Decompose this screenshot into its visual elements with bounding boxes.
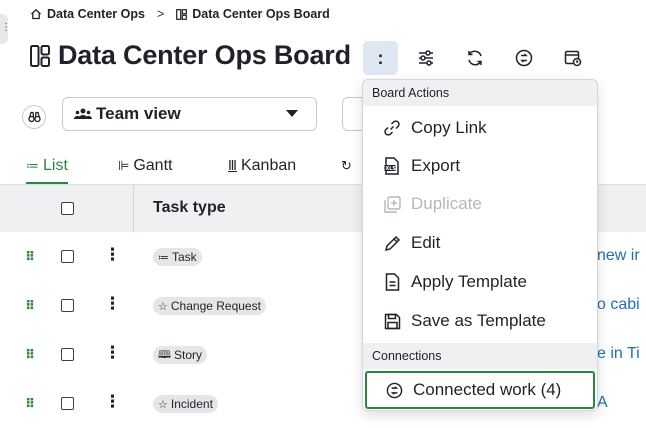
cycle-icon: ↻ <box>341 158 352 173</box>
tab-kanban-label: Kanban <box>240 157 297 174</box>
view-picker-button[interactable] <box>22 105 46 129</box>
task-type-label: Incident <box>170 397 213 411</box>
task-type-label: Task <box>172 250 197 264</box>
list-icon: ≔ <box>26 157 39 173</box>
side-panel-toggle[interactable]: ⋮ <box>0 14 11 44</box>
row-checkbox[interactable] <box>61 299 74 312</box>
team-icon <box>73 108 93 119</box>
task-title-link[interactable]: o cabi <box>597 296 640 314</box>
menu-section-header-connections: Connections <box>363 343 597 369</box>
column-header-task-type[interactable]: Task type <box>153 199 226 217</box>
menu-item-label: Connected work (4) <box>413 380 562 399</box>
column-divider[interactable] <box>133 185 134 232</box>
drag-handle-icon[interactable]: ⠿ <box>25 347 35 363</box>
more-vertical-icon: : <box>377 47 384 68</box>
board-icon <box>30 44 50 67</box>
row-more-button[interactable]: ⋮ <box>104 343 121 363</box>
view-select-value: Team view <box>96 104 181 123</box>
menu-item-label: Duplicate <box>411 194 482 213</box>
connected-work-button[interactable] <box>512 46 536 70</box>
settings-sliders-icon <box>419 50 433 66</box>
menu-item-edit[interactable]: Edit <box>363 224 597 262</box>
book-icon: 🕮 <box>158 348 171 361</box>
svg-text:XLS: XLS <box>386 166 397 172</box>
tab-list-label: List <box>43 156 68 174</box>
board-calendar-icon <box>564 50 582 67</box>
menu-item-export[interactable]: XLS Export <box>363 147 597 185</box>
pencil-icon <box>384 235 400 251</box>
menu-item-label: Apply Template <box>411 272 527 291</box>
menu-item-duplicate[interactable]: Duplicate <box>363 185 597 223</box>
task-type-badge: ☆ Change Request <box>153 297 266 315</box>
row-checkbox[interactable] <box>61 348 74 361</box>
duplicate-icon <box>383 195 401 213</box>
star-icon: ☆ <box>158 398 168 411</box>
view-select[interactable]: Team view <box>62 97 317 131</box>
drag-handle-icon[interactable]: ⠿ <box>25 298 35 314</box>
task-icon: ≔ <box>158 251 169 264</box>
gantt-icon: ⊫ <box>118 158 130 173</box>
connected-work-icon <box>515 49 533 67</box>
board-icon <box>176 8 188 20</box>
xls-export-icon: XLS <box>384 157 399 175</box>
caret-down-icon <box>286 110 298 117</box>
task-type-label: Story <box>173 348 202 362</box>
drag-handle-icon[interactable]: ⠿ <box>25 396 35 412</box>
task-type-badge: ≔ Task <box>153 248 202 266</box>
row-more-button[interactable]: ⋮ <box>104 294 121 314</box>
settings-sliders-button[interactable] <box>414 46 438 70</box>
board-calendar-button[interactable] <box>561 46 585 70</box>
menu-item-label: Edit <box>411 233 441 252</box>
menu-item-label: Export <box>411 156 461 175</box>
star-icon: ☆ <box>158 300 168 313</box>
row-checkbox[interactable] <box>61 397 74 410</box>
menu-item-copy-link[interactable]: Copy Link <box>363 109 597 147</box>
row-more-button[interactable]: ⋮ <box>104 392 121 412</box>
tab-kanban[interactable]: Ⅲ Kanban <box>228 149 296 183</box>
menu-item-label: Copy Link <box>411 118 487 137</box>
task-type-badge: 🕮 Story <box>153 346 207 364</box>
task-type-badge: ☆ Incident <box>153 395 218 413</box>
tab-gantt[interactable]: ⊫ Gantt <box>118 149 172 183</box>
row-checkbox[interactable] <box>61 250 74 263</box>
tab-list[interactable]: ≔ List <box>26 149 68 185</box>
refresh-button[interactable] <box>463 46 487 70</box>
breadcrumb-separator: > <box>156 7 165 21</box>
connected-work-icon <box>386 382 402 398</box>
board-more-actions-button[interactable]: : <box>363 41 398 75</box>
menu-item-save-as-template[interactable]: Save as Template <box>363 302 597 340</box>
refresh-icon <box>468 50 482 66</box>
template-icon <box>385 273 399 291</box>
binoculars-icon <box>27 111 41 123</box>
menu-item-apply-template[interactable]: Apply Template <box>363 263 597 301</box>
task-type-label: Change Request <box>170 299 261 313</box>
task-title-link[interactable]: new ir <box>597 247 640 265</box>
board-header: Data Center Ops Board <box>30 40 351 71</box>
row-more-button[interactable]: ⋮ <box>104 245 121 265</box>
menu-section-header-board-actions: Board Actions <box>363 80 597 106</box>
board-actions-menu: Board Actions Copy Link XLS Export Dupli… <box>362 79 598 411</box>
menu-item-connected-work[interactable]: Connected work (4) <box>365 371 595 409</box>
tab-more[interactable]: ↻ <box>341 149 356 183</box>
page-title: Data Center Ops Board <box>58 40 351 70</box>
home-icon <box>31 8 41 20</box>
tab-gantt-label: Gantt <box>133 157 173 174</box>
breadcrumb: Data Center Ops > Data Center Ops Board <box>30 7 330 21</box>
kanban-icon: Ⅲ <box>228 158 237 173</box>
menu-item-label: Save as Template <box>411 311 546 330</box>
drag-handle-icon[interactable]: ⠿ <box>25 249 35 265</box>
link-icon <box>384 120 400 136</box>
breadcrumb-item-parent[interactable]: Data Center Ops <box>47 7 145 21</box>
task-title-link[interactable]: A <box>597 394 608 412</box>
save-icon <box>384 313 400 329</box>
panel-handle-icon: ⋮ <box>1 22 11 33</box>
select-all-checkbox[interactable] <box>61 202 74 215</box>
breadcrumb-item-current: Data Center Ops Board <box>192 7 330 21</box>
task-title-link[interactable]: e in Ti <box>597 345 640 363</box>
